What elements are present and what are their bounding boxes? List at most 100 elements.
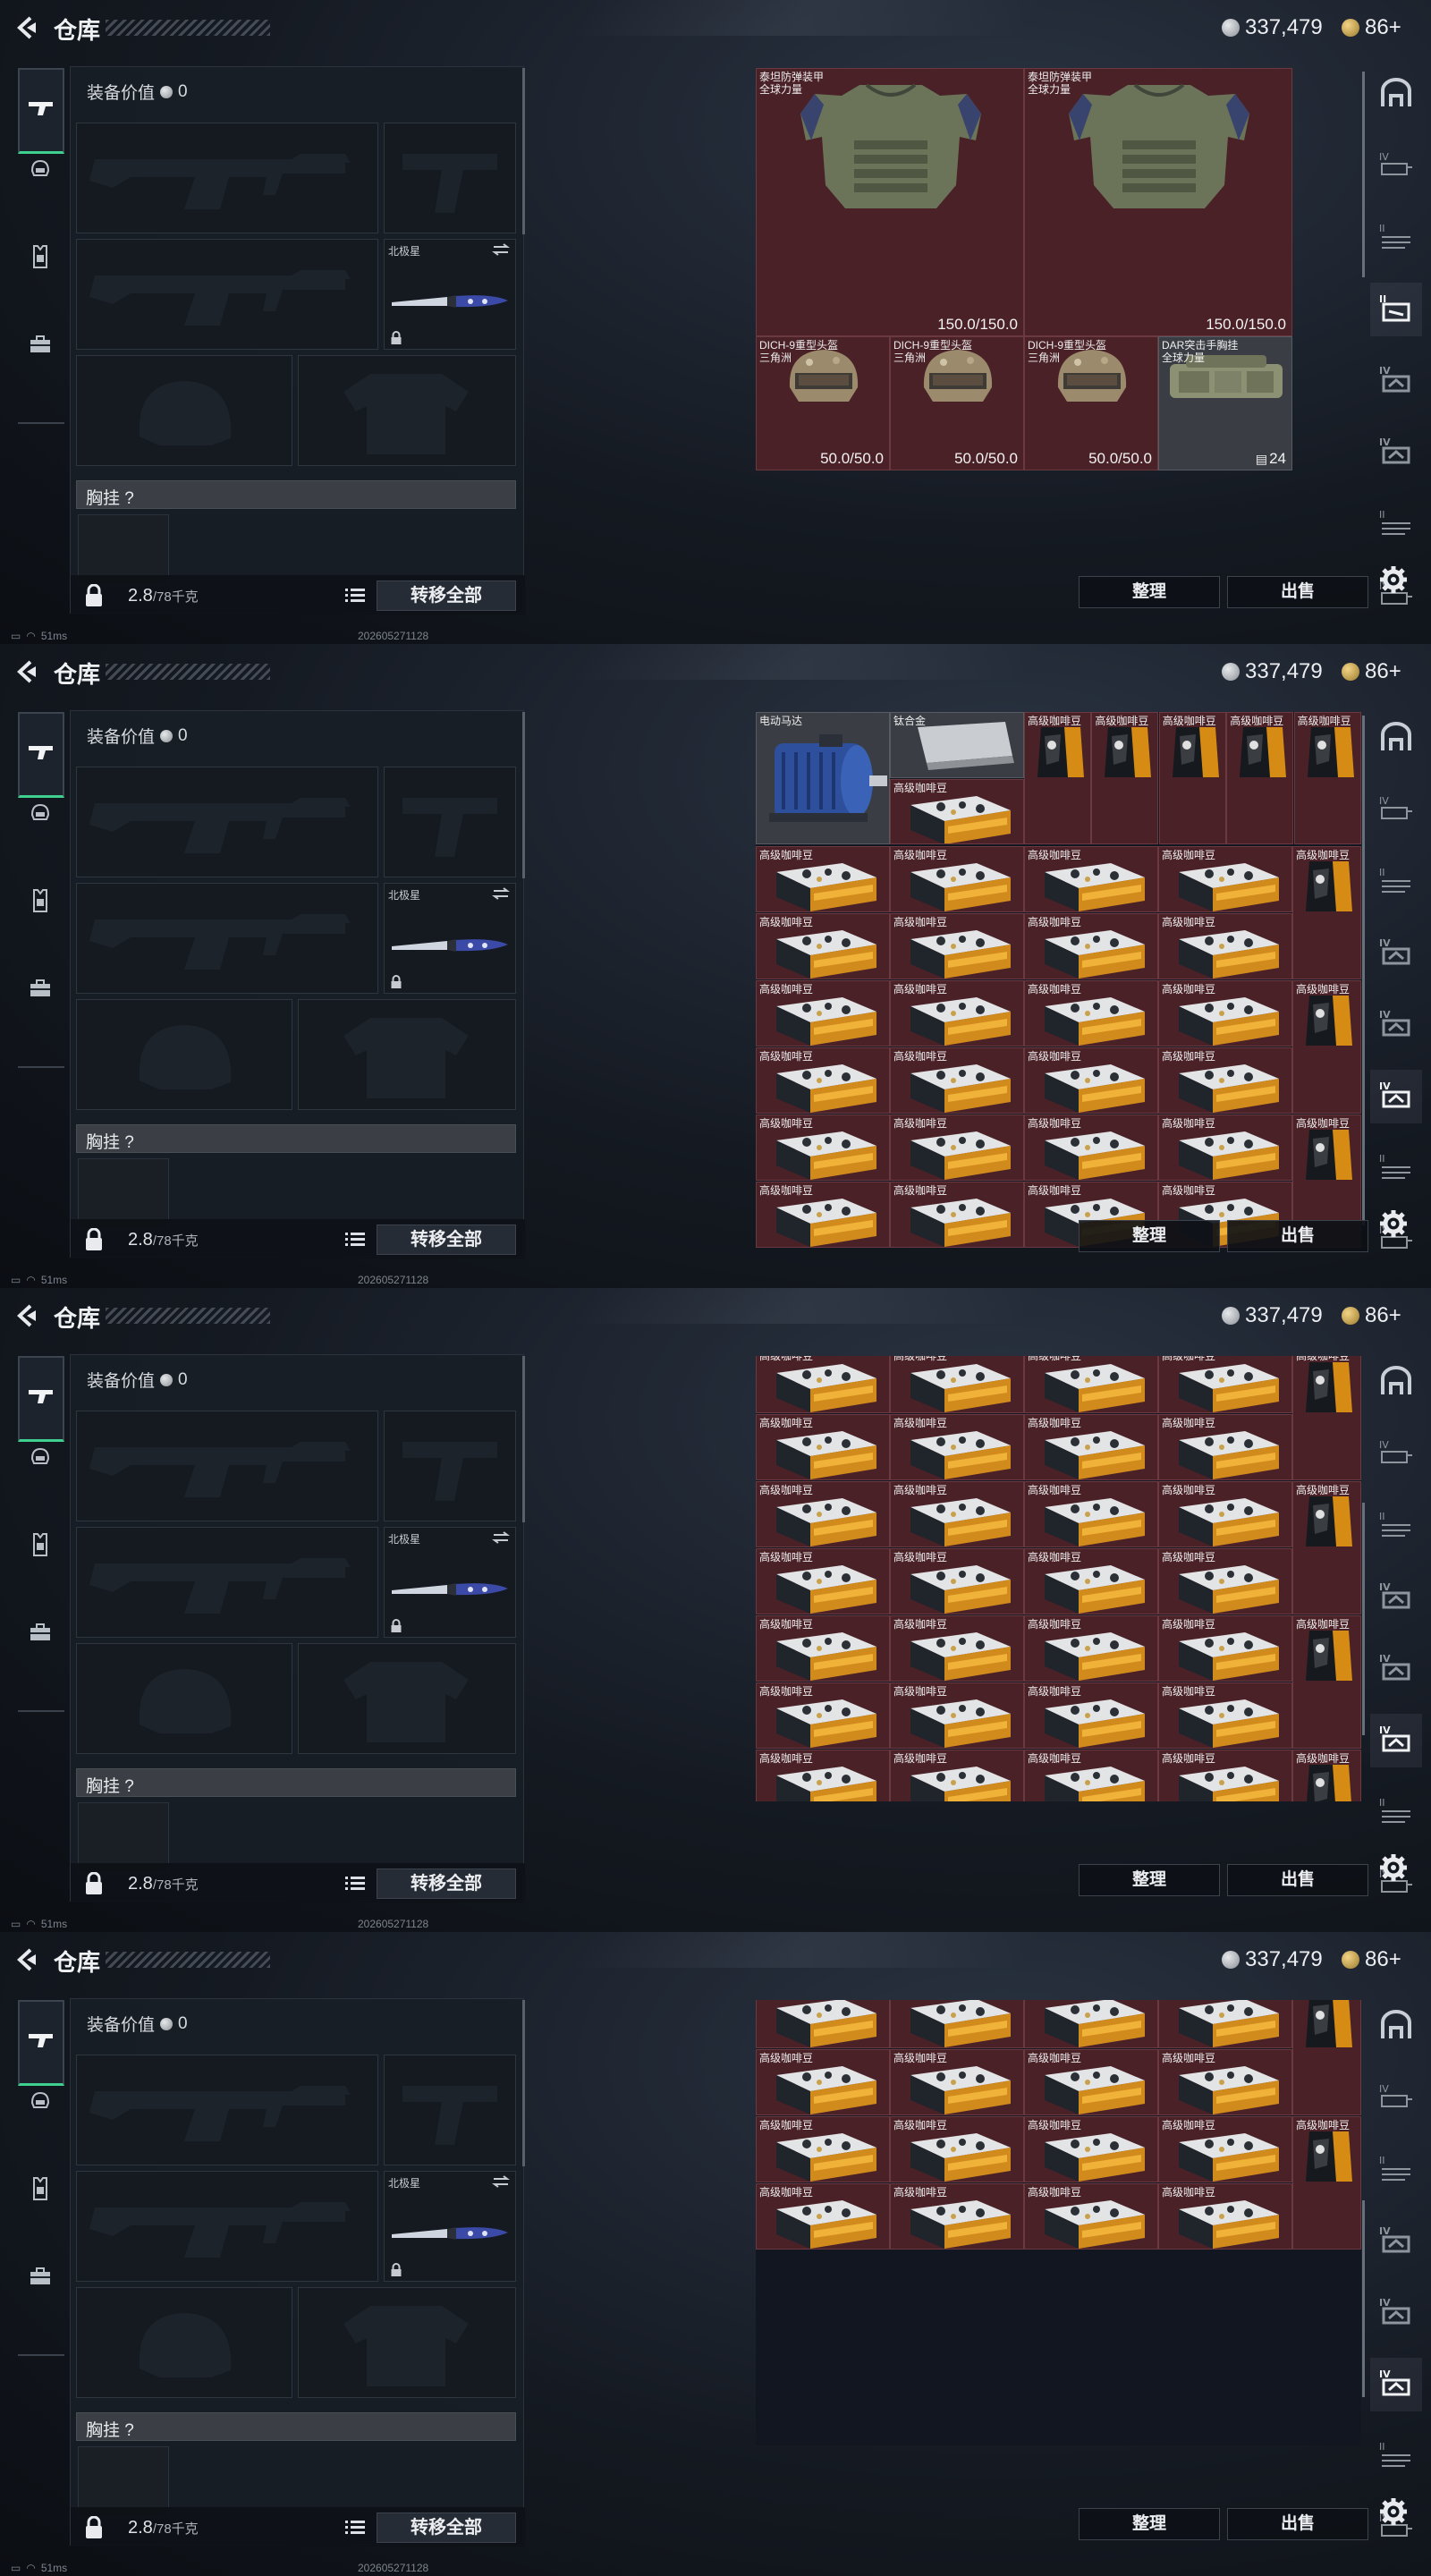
storage-item-coffee-box[interactable]: 高级咖啡豆 [1158,1114,1292,1181]
storage-tab-iv-1[interactable]: IV [1370,1428,1422,1481]
storage-tab-main[interactable] [1370,1356,1422,1410]
back-icon[interactable] [11,1301,41,1331]
storage-item-coffee-box[interactable]: 高级咖啡豆 [1024,980,1158,1046]
storage-tab-iv-1[interactable]: IV [1370,2072,1422,2125]
swap-icon[interactable] [492,887,510,900]
storage-scrollbar[interactable] [1362,2200,1365,2397]
storage-item-coffee-box[interactable]: 高级咖啡豆 [1158,1682,1292,1749]
equipment-scrollbar[interactable] [522,1356,525,1522]
helmet-slot[interactable] [76,999,292,1110]
body-armor-slot[interactable] [298,999,516,1110]
storage-item-coffee-box[interactable]: 高级咖啡豆 [1158,2116,1292,2182]
storage-item-coffee-box[interactable]: 高级咖啡豆 [890,1114,1024,1181]
transfer-all-button[interactable]: 转移全部 [377,1868,516,1899]
rail-tab-armor[interactable] [20,882,61,923]
secondary-weapon-slot[interactable] [76,239,378,350]
storage-tab-ii-3[interactable]: II [1370,1141,1422,1195]
storage-item-titanium[interactable]: 钛合金 [890,712,1024,778]
storage-item-coffee-box[interactable]: 高级咖啡豆 [1024,2116,1158,2182]
list-icon[interactable] [341,582,369,609]
chest-rig-header[interactable]: 胸挂 ? [76,480,516,509]
storage-item-coffee-box[interactable]: 高级咖啡豆 [1024,913,1158,979]
pistol-slot[interactable] [384,2055,516,2165]
storage-item-coffee-box[interactable]: 高级咖啡豆 [1024,1682,1158,1749]
storage-item-coffee-box[interactable]: 高级咖啡豆 [756,846,890,912]
storage-item-coffee-box[interactable]: 高级咖啡豆 [1024,1750,1158,1801]
primary-weapon-slot[interactable] [76,1411,378,1521]
storage-item-coffee-box[interactable]: 高级咖啡豆 [756,1047,890,1114]
storage-item-coffee-box[interactable]: 高级咖啡豆 [756,1481,890,1547]
storage-item-coffee-box[interactable]: 高级咖啡豆 [890,846,1024,912]
swap-icon[interactable] [492,1531,510,1544]
storage-item-coffee-box[interactable]: 高级咖啡豆 [1158,2000,1292,2048]
storage-item-coffee-box[interactable]: 高级咖啡豆 [1158,1481,1292,1547]
storage-tab-ii-1[interactable]: II [1370,1499,1422,1553]
storage-item-coffee-bag[interactable]: 高级咖啡豆 [1292,1615,1361,1749]
transfer-all-button[interactable]: 转移全部 [377,2512,516,2543]
storage-tab-ii-2[interactable]: IV [1370,1571,1422,1624]
sell-button[interactable]: 出售 [1227,1864,1368,1896]
melee-slot[interactable]: 北极星 [384,2171,516,2282]
storage-item-coffee-box[interactable]: 高级咖啡豆 [890,779,1024,844]
storage-item-coffee-bag[interactable]: 高级咖啡豆 [1292,2116,1361,2250]
storage-tab-main[interactable] [1370,2000,1422,2054]
storage-item-coffee-box[interactable]: 高级咖啡豆 [890,2183,1024,2250]
rail-tab-helmet[interactable] [20,2082,61,2123]
equipment-scrollbar[interactable] [522,2000,525,2166]
body-armor-slot[interactable] [298,1643,516,1754]
storage-item-coffee-box[interactable]: 高级咖啡豆 [756,2116,890,2182]
storage-tab-ii-2[interactable]: II [1370,283,1422,336]
sort-button[interactable]: 整理 [1079,576,1220,608]
storage-tab-iv-3[interactable]: IV [1370,1070,1422,1123]
storage-item-coffee-box[interactable]: 高级咖啡豆 [890,2049,1024,2115]
storage-item-coffee-box[interactable]: 高级咖啡豆 [1158,980,1292,1046]
storage-scrollbar[interactable] [1362,1503,1365,1735]
storage-item-coffee-box[interactable]: 高级咖啡豆 [890,1615,1024,1682]
secondary-weapon-slot[interactable] [76,1527,378,1638]
gold-currency[interactable]: 86+ [1342,1947,1401,1972]
equipment-scrollbar[interactable] [522,68,525,234]
storage-tab-iv-3[interactable]: IV [1370,2358,1422,2411]
storage-item-coffee-box[interactable]: 高级咖啡豆 [1158,1414,1292,1480]
storage-item-coffee-box[interactable]: 高级咖啡豆 [1158,1615,1292,1682]
storage-item-coffee-box[interactable]: 高级咖啡豆 [1158,1047,1292,1114]
storage-item-coffee-box[interactable]: 高级咖啡豆 [890,1548,1024,1614]
rail-tab-weapons[interactable] [18,712,64,798]
storage-item-helmet[interactable]: DICH-9重型头盔 三角洲 50.0/50.0 [1024,336,1158,470]
gold-currency[interactable]: 86+ [1342,659,1401,684]
storage-item-coffee-box[interactable]: 高级咖啡豆 [1024,1356,1158,1413]
storage-item-coffee-box[interactable]: 高级咖啡豆 [1158,1356,1292,1413]
storage-item-coffee-box[interactable]: 高级咖啡豆 [1024,1047,1158,1114]
storage-item-coffee-box[interactable]: 高级咖啡豆 [1158,913,1292,979]
storage-item-coffee-box[interactable]: 高级咖啡豆 [756,1548,890,1614]
melee-slot[interactable]: 北极星 [384,883,516,994]
storage-item-coffee-box[interactable]: 高级咖啡豆 [756,980,890,1046]
storage-item-coffee-box[interactable]: 高级咖啡豆 [1158,2183,1292,2250]
swap-icon[interactable] [492,2175,510,2188]
storage-tab-main[interactable] [1370,68,1422,122]
storage-tab-iv-3[interactable]: IV [1370,1714,1422,1767]
rail-tab-armor[interactable] [20,1526,61,1567]
sell-button[interactable]: 出售 [1227,2508,1368,2540]
storage-tab-ii-3[interactable]: II [1370,497,1422,551]
storage-item-armor[interactable]: 泰坦防弹装甲 全球力量 150.0/150.0 [1024,68,1292,336]
rail-tab-weapons[interactable] [18,68,64,154]
storage-item-coffee-box[interactable]: 高级咖啡豆 [756,1114,890,1181]
storage-item-coffee-bag[interactable]: 高级咖啡豆 [1292,1356,1361,1480]
storage-item-coffee-box[interactable]: 高级咖啡豆 [890,1182,1024,1248]
storage-item-coffee-box[interactable]: 高级咖啡豆 [1024,2049,1158,2115]
primary-weapon-slot[interactable] [76,767,378,877]
storage-item-coffee-bag[interactable]: 高级咖啡豆 [1292,2000,1361,2115]
sell-button[interactable]: 出售 [1227,1220,1368,1252]
settings-gear-icon[interactable] [1377,1852,1410,1884]
gold-currency[interactable]: 86+ [1342,1303,1401,1328]
primary-weapon-slot[interactable] [76,123,378,233]
back-icon[interactable] [11,1945,41,1975]
storage-item-coffee-box[interactable]: 高级咖啡豆 [890,1356,1024,1413]
rail-tab-helmet[interactable] [20,1438,61,1479]
gold-currency[interactable]: 86+ [1342,15,1401,40]
storage-tab-ii-3[interactable]: II [1370,2429,1422,2483]
storage-item-coffee-box[interactable]: 高级咖啡豆 [1158,1750,1292,1801]
melee-slot[interactable]: 北极星 [384,1527,516,1638]
sort-button[interactable]: 整理 [1079,1864,1220,1896]
